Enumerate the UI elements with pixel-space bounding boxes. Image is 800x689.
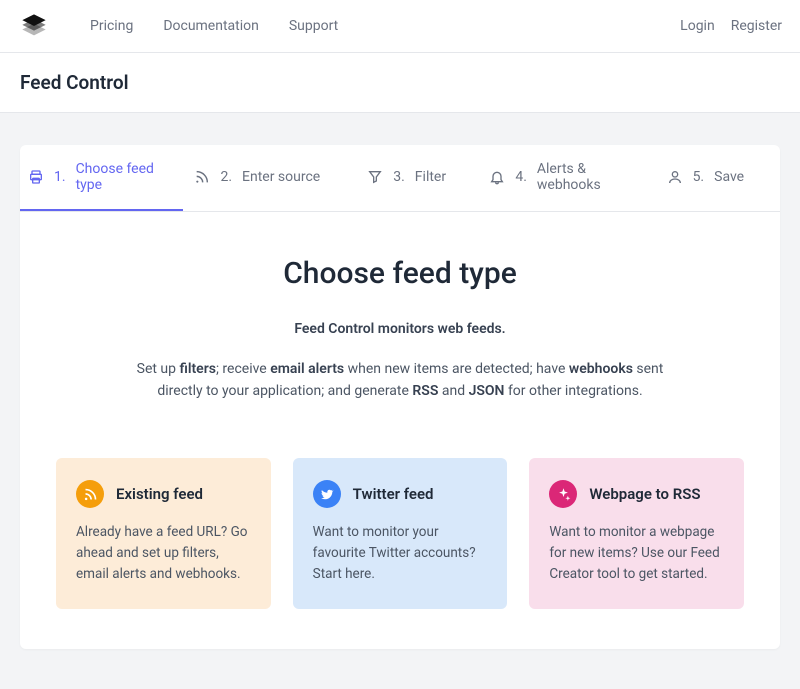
- nav-pricing[interactable]: Pricing: [90, 18, 133, 34]
- wizard-card: 1. Choose feed type 2. Enter source: [20, 145, 780, 649]
- hero-lead: Feed Control monitors web feeds.: [84, 321, 716, 337]
- step-num: 4.: [515, 169, 527, 185]
- option-desc: Want to monitor your favourite Twitter a…: [313, 522, 488, 585]
- option-existing-feed[interactable]: Existing feed Already have a feed URL? G…: [56, 458, 271, 609]
- nav-left: Pricing Documentation Support: [90, 18, 338, 34]
- option-desc: Want to monitor a webpage for new items?…: [549, 522, 724, 585]
- step-label: Enter source: [242, 169, 320, 185]
- step-filter[interactable]: 3. Filter: [332, 145, 481, 211]
- nav-register[interactable]: Register: [731, 18, 782, 34]
- bell-icon: [489, 169, 505, 185]
- option-desc: Already have a feed URL? Go ahead and se…: [76, 522, 251, 585]
- sparkle-icon: [549, 480, 577, 508]
- step-label: Filter: [415, 169, 446, 185]
- stage: 1. Choose feed type 2. Enter source: [0, 113, 800, 689]
- option-title: Twitter feed: [353, 485, 434, 503]
- page-header: Feed Control: [0, 53, 800, 113]
- funnel-icon: [367, 169, 383, 185]
- hero-desc: Set up filters; receive email alerts whe…: [120, 359, 680, 402]
- step-save[interactable]: 5. Save: [631, 145, 780, 211]
- rss-icon: [194, 169, 210, 185]
- printer-icon: [28, 169, 44, 185]
- option-webpage-to-rss[interactable]: Webpage to RSS Want to monitor a webpage…: [529, 458, 744, 609]
- option-title: Webpage to RSS: [589, 485, 700, 503]
- step-choose-feed-type[interactable]: 1. Choose feed type: [20, 145, 183, 211]
- step-alerts-webhooks[interactable]: 4. Alerts & webhooks: [481, 145, 630, 211]
- nav-documentation[interactable]: Documentation: [163, 18, 259, 34]
- option-twitter-feed[interactable]: Twitter feed Want to monitor your favour…: [293, 458, 508, 609]
- step-label: Alerts & webhooks: [537, 161, 623, 193]
- hero-title: Choose feed type: [84, 256, 716, 291]
- step-enter-source[interactable]: 2. Enter source: [183, 145, 332, 211]
- rss-icon: [76, 480, 104, 508]
- hero: Choose feed type Feed Control monitors w…: [20, 212, 780, 434]
- top-nav: Pricing Documentation Support Login Regi…: [0, 0, 800, 53]
- step-label: Choose feed type: [76, 161, 175, 193]
- nav-support[interactable]: Support: [289, 18, 338, 34]
- stack-icon: [20, 12, 48, 40]
- twitter-icon: [313, 480, 341, 508]
- nav-login[interactable]: Login: [680, 18, 715, 34]
- user-icon: [667, 169, 683, 185]
- option-title: Existing feed: [116, 485, 203, 503]
- logo[interactable]: [18, 10, 50, 42]
- step-num: 2.: [220, 169, 232, 185]
- nav-right: Login Register: [680, 18, 782, 34]
- step-num: 5.: [693, 169, 705, 185]
- step-num: 3.: [393, 169, 405, 185]
- wizard-steps: 1. Choose feed type 2. Enter source: [20, 145, 780, 212]
- step-num: 1.: [54, 169, 66, 185]
- feed-type-options: Existing feed Already have a feed URL? G…: [20, 434, 780, 649]
- step-label: Save: [714, 169, 744, 185]
- page-title: Feed Control: [20, 71, 780, 94]
